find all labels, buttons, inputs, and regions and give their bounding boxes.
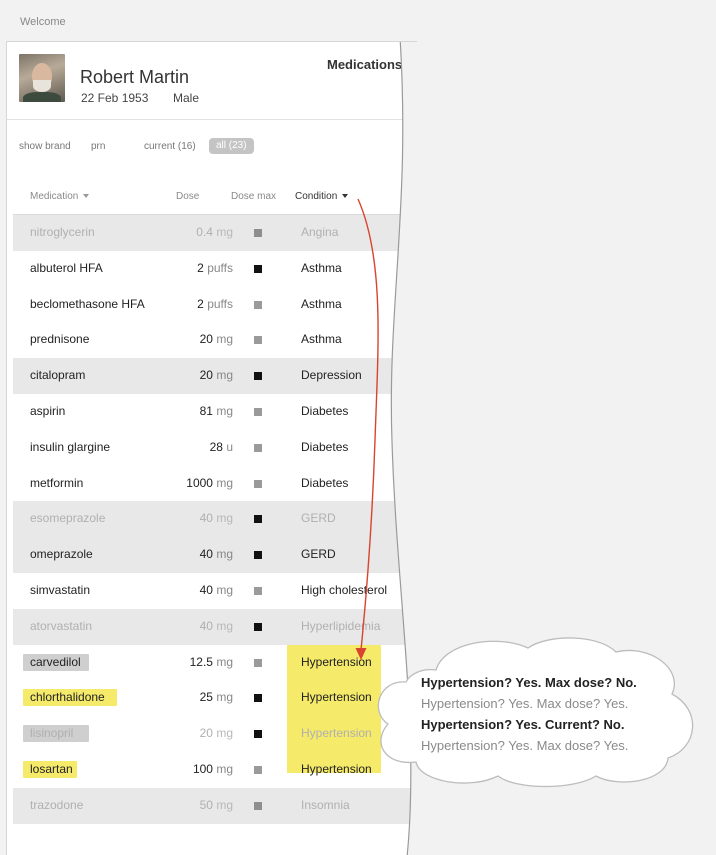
callout-line: Hypertension? Yes. Max dose? Yes. bbox=[421, 696, 629, 711]
breadcrumb-welcome[interactable]: Welcome bbox=[20, 16, 66, 28]
torn-edge-mask bbox=[390, 42, 417, 855]
callout-line: Hypertension? Yes. Current? No. bbox=[421, 717, 625, 732]
callout-line: Hypertension? Yes. Max dose? Yes. bbox=[421, 738, 629, 753]
callout-text: Hypertension? Yes. Max dose? No. Hyperten… bbox=[421, 672, 637, 756]
medication-card: Robert Martin 22 Feb 1953 Male Medicatio… bbox=[6, 41, 417, 855]
callout-line: Hypertension? Yes. Max dose? No. bbox=[421, 675, 637, 690]
